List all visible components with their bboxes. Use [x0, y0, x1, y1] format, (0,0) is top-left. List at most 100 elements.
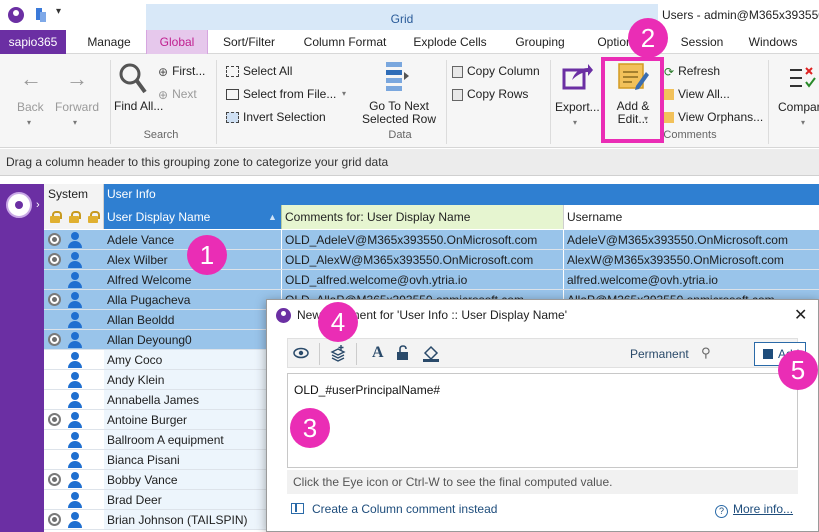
- data-group-label: Data: [388, 129, 412, 141]
- column-header-display-name[interactable]: User Display Name ▲: [104, 205, 281, 229]
- font-icon[interactable]: A: [372, 344, 384, 362]
- copy-rows-icon: [452, 88, 463, 101]
- comment-cell[interactable]: OLD_alfred.welcome@ovh.ytria.io: [281, 270, 563, 290]
- step-badge-5: 5: [778, 350, 818, 390]
- tab-session[interactable]: Session: [672, 30, 732, 54]
- grid-settings-gear-icon[interactable]: [6, 192, 32, 218]
- compare-dropdown-icon[interactable]: ▾: [801, 118, 805, 127]
- copy-column-button[interactable]: Copy Column: [452, 64, 540, 78]
- select-all-button[interactable]: Select All: [226, 64, 292, 78]
- username-cell[interactable]: AlexW@M365x393550.OnMicrosoft.com: [563, 250, 819, 270]
- display-name-cell[interactable]: Allan Beoldd: [104, 310, 281, 330]
- column-header-comments[interactable]: Comments for: User Display Name: [281, 205, 563, 229]
- lock-icon: [69, 211, 81, 223]
- view-orphans-button[interactable]: View Orphans...: [664, 110, 763, 124]
- system-status-icon: [48, 253, 61, 266]
- expand-arrow-icon[interactable]: ›: [36, 199, 40, 211]
- quick-access-dropdown-icon[interactable]: ▾: [56, 6, 61, 17]
- ribbon-separator: [446, 60, 447, 144]
- quick-access-icon[interactable]: [36, 8, 48, 22]
- display-name-cell[interactable]: Allan Deyoung0: [104, 330, 281, 350]
- comment-editor[interactable]: OLD_#userPrincipalName#: [287, 373, 798, 468]
- display-name-cell[interactable]: Andy Klein: [104, 370, 281, 390]
- find-all-button[interactable]: Find All...: [114, 100, 163, 113]
- display-name-cell[interactable]: Brian Johnson (TAILSPIN): [104, 510, 281, 530]
- layers-icon[interactable]: [330, 344, 346, 362]
- export-icon: [562, 64, 593, 90]
- tab-explode-cells[interactable]: Explode Cells: [404, 30, 496, 54]
- permanent-toggle[interactable]: Permanent: [630, 347, 689, 361]
- display-name-cell[interactable]: Annabella James: [104, 390, 281, 410]
- user-icon: [68, 512, 82, 528]
- back-dropdown-icon[interactable]: ▾: [27, 118, 31, 127]
- display-name-cell[interactable]: Bianca Pisani: [104, 450, 281, 470]
- tab-grouping[interactable]: Grouping: [504, 30, 576, 54]
- refresh-comments-button[interactable]: ⟳ Refresh: [664, 64, 720, 79]
- step-badge-2: 2: [628, 18, 668, 58]
- band-user-info: User Info: [104, 184, 819, 205]
- comments-group-label: Comments: [663, 129, 717, 141]
- display-name-cell[interactable]: Antoine Burger: [104, 410, 281, 430]
- toolbar-separator: [356, 343, 357, 365]
- username-cell[interactable]: AdeleV@M365x393550.OnMicrosoft.com: [563, 230, 819, 250]
- dialog-app-icon: [276, 308, 291, 323]
- grid-side-panel: ›: [0, 184, 44, 532]
- back-button[interactable]: Back: [17, 100, 44, 114]
- tab-windows[interactable]: Windows: [740, 30, 806, 54]
- unlock-icon[interactable]: [395, 345, 411, 361]
- username-cell[interactable]: alfred.welcome@ovh.ytria.io: [563, 270, 819, 290]
- tab-sapio365[interactable]: sapio365: [0, 30, 66, 54]
- lock-icon: [50, 211, 62, 223]
- search-first-icon: ⊕: [158, 64, 169, 79]
- pin-icon[interactable]: ⚲: [701, 345, 711, 361]
- select-from-file-button[interactable]: Select from File...: [226, 87, 336, 101]
- search-group-label: Search: [143, 129, 179, 141]
- user-icon: [68, 392, 82, 408]
- grouping-zone[interactable]: Drag a column header to this grouping zo…: [0, 149, 819, 176]
- comment-cell[interactable]: OLD_AlexW@M365x393550.OnMicrosoft.com: [281, 250, 563, 270]
- tab-column-format[interactable]: Column Format: [296, 30, 394, 54]
- column-header-username[interactable]: Username: [563, 205, 819, 229]
- comment-cell[interactable]: OLD_AdeleV@M365x393550.OnMicrosoft.com: [281, 230, 563, 250]
- go-to-next-selected-row-button[interactable]: Go To Next Selected Row: [354, 100, 444, 126]
- search-next-icon: ⊕: [158, 87, 169, 102]
- fill-color-icon[interactable]: [422, 344, 440, 362]
- select-all-icon: [226, 66, 239, 78]
- step-badge-4: 4: [318, 302, 358, 342]
- tab-sort-filter[interactable]: Sort/Filter: [212, 30, 286, 54]
- user-icon: [68, 372, 82, 388]
- eye-icon[interactable]: [293, 347, 309, 359]
- forward-button[interactable]: Forward: [55, 100, 99, 114]
- view-all-comments-button[interactable]: View All...: [664, 87, 730, 101]
- title-bar: ▾ Grid Users - admin@M365x393550...: [0, 0, 819, 30]
- view-orphans-icon: [664, 112, 674, 124]
- next-button[interactable]: ⊕ Next: [158, 87, 197, 102]
- display-name-cell[interactable]: Alfred Welcome: [104, 270, 281, 290]
- display-name-cell[interactable]: Bobby Vance: [104, 470, 281, 490]
- close-icon[interactable]: ✕: [794, 305, 807, 325]
- window-title: Users - admin@M365x393550...: [662, 8, 819, 22]
- compare-button[interactable]: Compar: [778, 100, 819, 114]
- user-icon: [68, 332, 82, 348]
- export-dropdown-icon[interactable]: ▾: [573, 118, 577, 127]
- copy-rows-button[interactable]: Copy Rows: [452, 87, 528, 101]
- grid-context-tab: Grid: [146, 4, 658, 30]
- first-button[interactable]: ⊕ First...: [158, 64, 205, 79]
- create-column-comment-link[interactable]: Create a Column comment instead: [291, 502, 497, 516]
- export-button[interactable]: Export...: [555, 100, 600, 114]
- user-icon: [68, 492, 82, 508]
- tab-global[interactable]: Global: [146, 30, 208, 54]
- view-all-icon: [664, 89, 674, 101]
- display-name-cell[interactable]: Amy Coco: [104, 350, 281, 370]
- system-status-icon: [48, 413, 61, 426]
- copy-column-icon: [452, 65, 463, 78]
- tab-manage[interactable]: Manage: [76, 30, 142, 54]
- display-name-cell[interactable]: Alla Pugacheva: [104, 290, 281, 310]
- display-name-cell[interactable]: Ballroom A equipment: [104, 430, 281, 450]
- system-status-icon: [48, 513, 61, 526]
- user-icon: [68, 312, 82, 328]
- invert-selection-button[interactable]: Invert Selection: [226, 110, 326, 124]
- more-info-link[interactable]: ? More info...: [715, 502, 793, 518]
- select-from-file-dropdown-icon[interactable]: ▾: [342, 89, 346, 98]
- display-name-cell[interactable]: Brad Deer: [104, 490, 281, 510]
